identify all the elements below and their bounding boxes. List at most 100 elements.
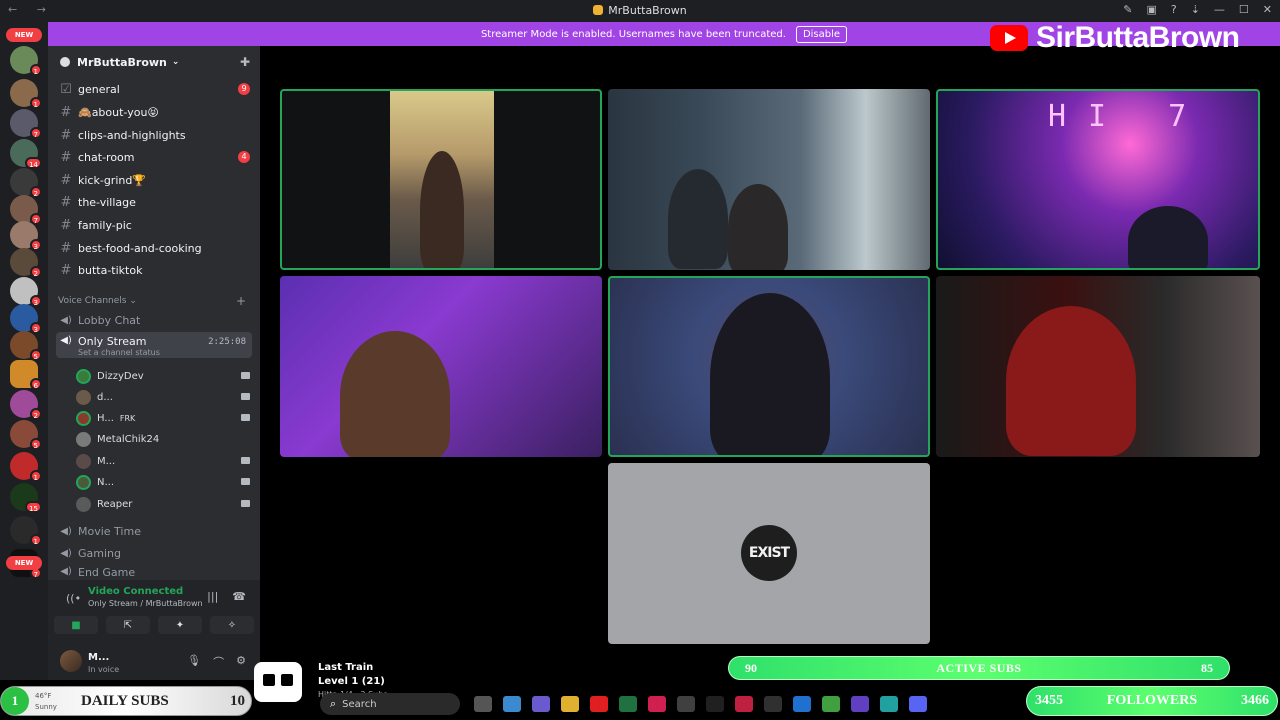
hash-icon: #	[60, 240, 72, 256]
channel-general[interactable]: ☑ general 9	[56, 79, 252, 99]
user-bar: M... In voice 🎙 ⌒ ⚙	[48, 640, 260, 680]
invite-icon[interactable]: ✚	[240, 55, 250, 69]
voice-connected-panel: ((• Video Connected Only Stream / MrButt…	[48, 580, 260, 640]
close-button[interactable]: ✕	[1263, 3, 1272, 16]
channel-the-village[interactable]: # the-village	[56, 192, 252, 212]
voice-member[interactable]: DizzyDev	[76, 366, 254, 386]
daily-subs-count: 1	[1, 687, 29, 715]
capcut-icon[interactable]	[764, 696, 782, 712]
download-icon[interactable]: ⇣	[1191, 3, 1200, 16]
daily-subs-value: 10	[230, 693, 245, 709]
copilot-icon[interactable]	[503, 696, 521, 712]
channel-butta-tiktok[interactable]: # butta-tiktok	[56, 260, 252, 280]
server-icon[interactable]: 14	[10, 139, 42, 169]
soundboard-button[interactable]: ✧	[210, 616, 254, 634]
screen-share-icon: ⇱	[123, 619, 133, 631]
server-icon[interactable]: 1	[10, 79, 42, 109]
channel-chat-room[interactable]: # chat-room 4	[56, 147, 252, 167]
video-tile[interactable]	[608, 89, 930, 270]
followers-left: 3455	[1035, 693, 1063, 708]
teams-icon[interactable]	[532, 696, 550, 712]
file-explorer-icon[interactable]	[561, 696, 579, 712]
disconnect-icon[interactable]: ☎	[232, 590, 246, 603]
voice-member[interactable]: Reaper	[76, 494, 254, 514]
voice-member[interactable]: MetalChik24	[76, 429, 254, 449]
server-icon[interactable]: 2	[10, 248, 42, 278]
server-icon-active[interactable]: 6	[10, 360, 42, 390]
server-icon[interactable]: 1	[10, 46, 42, 76]
noise-suppression-icon[interactable]: |||	[207, 590, 218, 603]
voice-channels-header[interactable]: Voice Channels ⌄ +	[58, 294, 252, 308]
hash-icon: #	[60, 104, 72, 120]
taskbar-search[interactable]: ⌕ Search	[320, 693, 460, 715]
channel-family-pic[interactable]: # family-pic	[56, 215, 252, 235]
server-icon[interactable]: 3	[10, 221, 42, 251]
server-icon[interactable]: 2	[10, 168, 42, 198]
server-header[interactable]: MrButtaBrown ⌄ ✚	[48, 46, 260, 78]
headphones-icon[interactable]: ⌒	[213, 654, 224, 670]
server-icon[interactable]: 7	[10, 195, 42, 225]
server-icon[interactable]: 5	[10, 420, 42, 450]
voice-channel-end-game[interactable]: ◀) End Game	[56, 566, 252, 580]
voice-channel-lobby[interactable]: ◀) Lobby Chat	[56, 310, 252, 330]
video-tile[interactable]	[280, 276, 602, 457]
channel-clips[interactable]: # clips-and-highlights	[56, 125, 252, 145]
minimize-button[interactable]: —	[1214, 3, 1225, 16]
nvidia-icon[interactable]	[822, 696, 840, 712]
microphone-icon[interactable]: 🎙	[187, 654, 201, 670]
avatar[interactable]	[60, 650, 82, 672]
server-icon[interactable]: 2	[10, 390, 42, 420]
voice-member[interactable]: d...	[76, 387, 254, 407]
voice-channel-gaming[interactable]: ◀) Gaming	[56, 543, 252, 563]
server-icon[interactable]: 5	[10, 331, 42, 361]
youtube-app-icon[interactable]	[590, 696, 608, 712]
edge-icon[interactable]	[880, 696, 898, 712]
channel-kick-grind[interactable]: # kick-grind🏆	[56, 170, 252, 190]
voice-member[interactable]: M...	[76, 451, 254, 471]
server-icon[interactable]: 7	[10, 109, 42, 139]
gear-icon[interactable]: ⚙	[236, 654, 246, 670]
video-tile[interactable]	[608, 276, 930, 457]
video-tile[interactable]	[280, 89, 602, 270]
video-tile-offline[interactable]: EXIST	[608, 463, 930, 644]
app-icon[interactable]	[851, 696, 869, 712]
server-icon[interactable]: 3	[10, 304, 42, 334]
app-icon[interactable]	[793, 696, 811, 712]
app-icon[interactable]	[706, 696, 724, 712]
help-icon[interactable]: ?	[1171, 3, 1177, 16]
server-icon[interactable]: 3	[10, 277, 42, 307]
tiktok-icon[interactable]	[648, 696, 666, 712]
maximize-button[interactable]: ☐	[1239, 3, 1249, 16]
app-icon[interactable]	[619, 696, 637, 712]
active-subs-left: 90	[745, 660, 757, 675]
disable-button[interactable]: Disable	[795, 25, 848, 43]
voice-channel-only-stream[interactable]: ◀) Only Stream 2:25:08 Set a channel stat…	[56, 332, 252, 358]
nitro-icon[interactable]: ✎	[1123, 3, 1132, 16]
search-placeholder: Search	[342, 698, 377, 710]
activities-button[interactable]: ✦	[158, 616, 202, 634]
app-icon[interactable]	[735, 696, 753, 712]
username[interactable]: M...	[88, 652, 109, 663]
server-icon[interactable]: 1	[10, 516, 42, 546]
voice-member[interactable]: N...	[76, 472, 254, 492]
voice-member[interactable]: H... FRK	[76, 408, 254, 428]
server-icon[interactable]: 1	[10, 452, 42, 482]
channel-about-you[interactable]: # 🙈about-you😝	[56, 102, 252, 122]
obs-icon[interactable]	[677, 696, 695, 712]
neon-sign: HI 7	[1048, 99, 1209, 134]
voice-status-subtitle[interactable]: Only Stream / MrButtaBrown	[88, 599, 203, 608]
avatar	[76, 389, 91, 405]
camera-button[interactable]: ■	[54, 616, 98, 634]
signal-icon[interactable]: ((•	[66, 592, 81, 605]
video-tile[interactable]	[936, 276, 1260, 457]
voice-channel-movie-time[interactable]: ◀) Movie Time	[56, 521, 252, 541]
screen-share-button[interactable]: ⇱	[106, 616, 150, 634]
add-channel-icon[interactable]: +	[236, 294, 246, 308]
discord-icon[interactable]	[909, 696, 927, 712]
video-tile[interactable]: HI 7	[936, 89, 1260, 270]
task-view-icon[interactable]	[474, 696, 492, 712]
channel-status-prompt[interactable]: Set a channel status	[78, 348, 160, 357]
server-icon[interactable]: 15	[10, 483, 42, 513]
channel-best-food[interactable]: # best-food-and-cooking	[56, 238, 252, 258]
inbox-icon[interactable]: ▣	[1146, 3, 1156, 16]
